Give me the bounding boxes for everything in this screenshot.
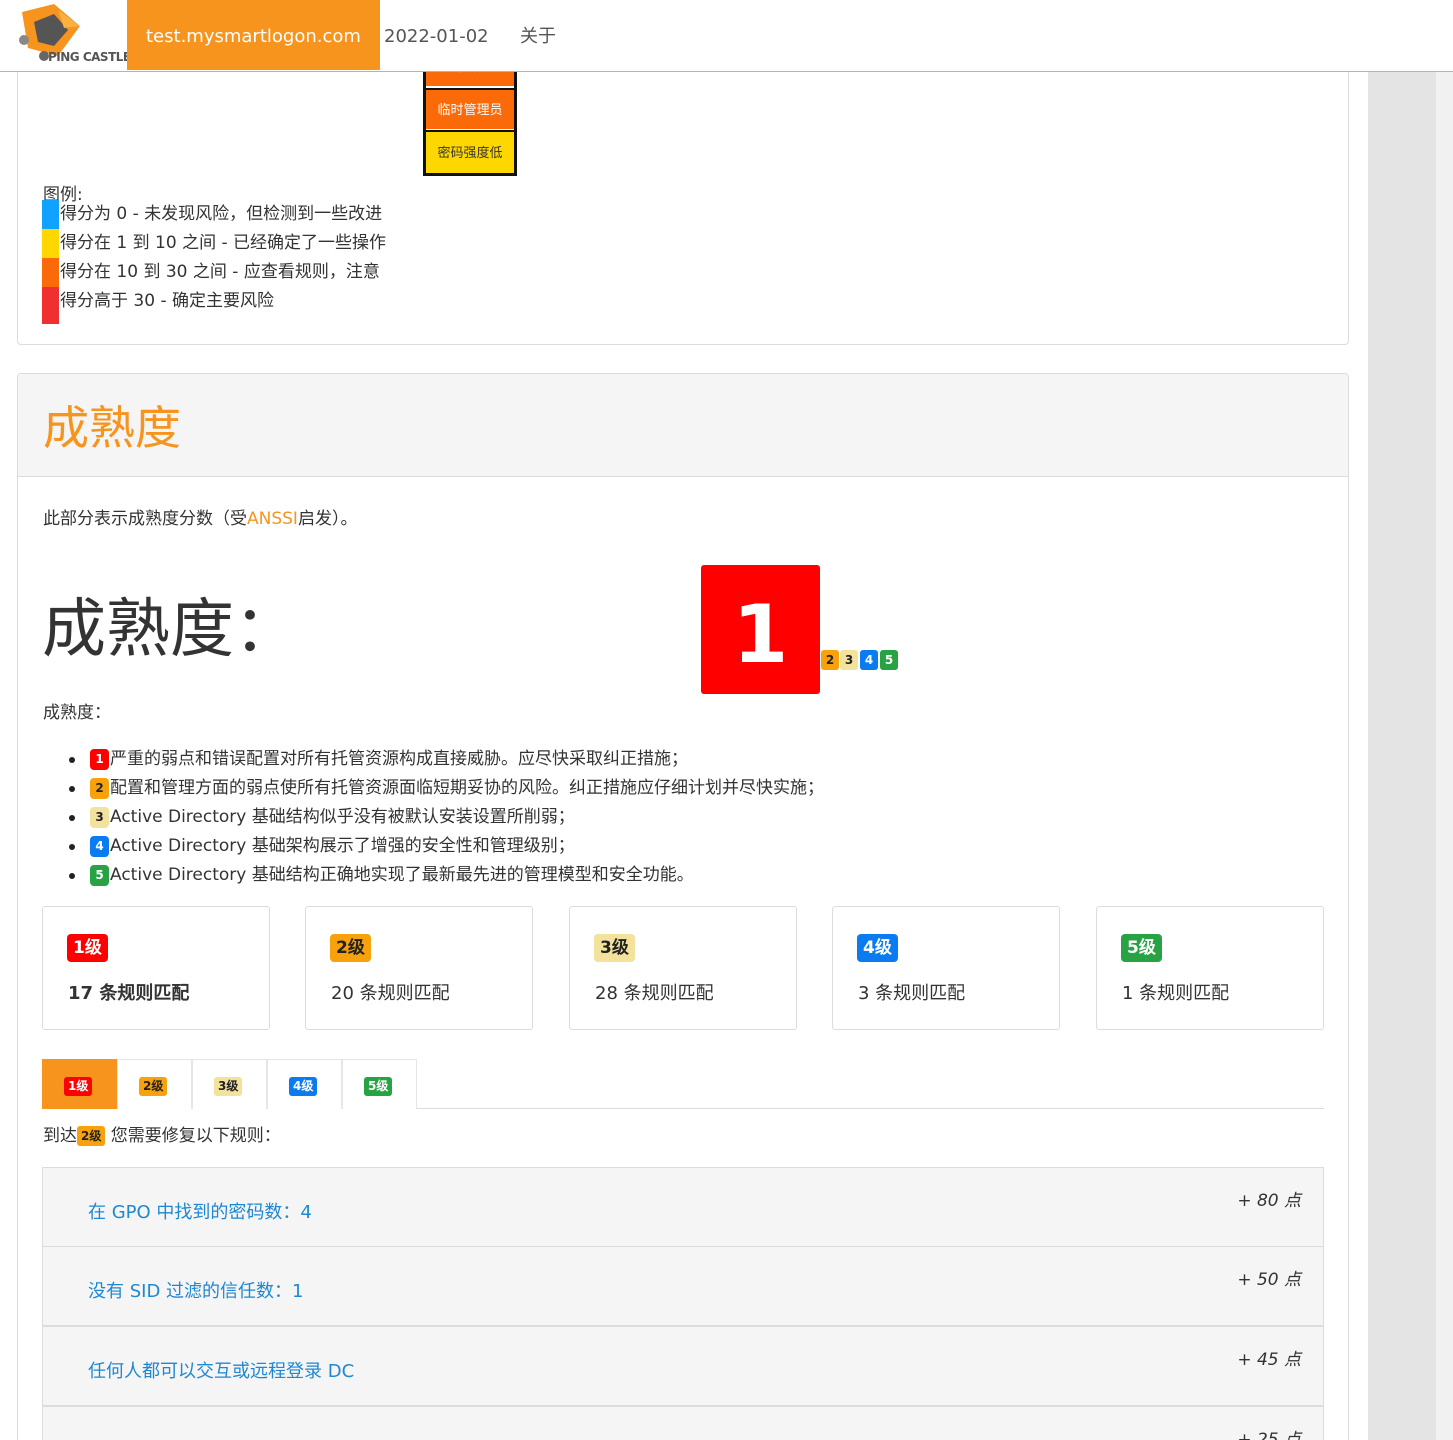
tab-level-3[interactable]: 3级: [192, 1059, 267, 1109]
level-badge: 5: [90, 864, 109, 886]
rule-count: 28 条规则匹配: [595, 983, 714, 1004]
level-badge: 1: [90, 748, 109, 770]
legend-text: 得分在 10 到 30 之间 - 应查看规则，注意: [60, 262, 380, 282]
list-item: 4 Active Directory 基础架构展示了增强的安全性和管理级别；: [66, 832, 824, 861]
rule-title-link[interactable]: 在 GPO 中找到的密码数：4: [88, 1198, 312, 1224]
list-item: 5 Active Directory 基础结构正确地实现了最新最先进的管理模型和安…: [66, 861, 824, 890]
rule-item[interactable]: 在 GPO 中找到的密码数：4 + 80 点: [42, 1167, 1324, 1247]
level-badge: 5级: [1121, 934, 1162, 962]
matrix-cell[interactable]: 临时管理员: [426, 88, 514, 129]
tab-level-1[interactable]: 1级: [42, 1059, 117, 1109]
legend-text: 得分在 1 到 10 之间 - 已经确定了一些操作: [60, 233, 387, 253]
level-badge: 2级: [77, 1126, 106, 1146]
rule-item[interactable]: 没有 SID 过滤的信任数：1 + 50 点: [42, 1246, 1324, 1326]
level-badge: 1级: [67, 934, 108, 962]
list-item: 2 配置和管理方面的弱点使所有托管资源面临短期妥协的风险。纠正措施应仔细计划并尽快…: [66, 774, 824, 803]
level-badge: 2级: [330, 934, 371, 962]
level-badge: 2: [90, 777, 109, 799]
level-badge: 4: [90, 835, 109, 857]
reach-level-text: 到达 2级 您需要修复以下规则：: [43, 1121, 281, 1146]
legend-swatch: [42, 229, 59, 258]
maturity-label: 成熟度：: [43, 703, 111, 723]
logo-text: PING CASTLE: [48, 50, 131, 64]
rule-item[interactable]: + 25 点: [42, 1406, 1324, 1440]
rule-points: + 50 点: [1237, 1270, 1301, 1290]
rule-count: 20 条规则匹配: [331, 983, 450, 1004]
level-card-4: 4级 3 条规则匹配: [832, 906, 1060, 1030]
rule-item[interactable]: 任何人都可以交互或远程登录 DC + 45 点: [42, 1326, 1324, 1406]
level-badge: 4级: [857, 934, 898, 962]
description-text: Active Directory 基础结构似乎没有被默认安装设置所削弱；: [110, 807, 575, 827]
mini-level-badge: 2: [821, 650, 839, 670]
description-text: Active Directory 基础架构展示了增强的安全性和管理级别；: [110, 836, 575, 856]
level-badge: 3: [90, 806, 109, 828]
maturity-description-list: 1 严重的弱点和错误配置对所有托管资源构成直接威胁。应尽快采取纠正措施； 2 配置和…: [66, 745, 824, 890]
maturity-panel-header: 成熟度: [18, 374, 1348, 477]
intro-text: 启发）。: [297, 509, 358, 529]
legend-swatch: [42, 287, 59, 324]
level-tabs: 1级 2级 3级 4级 5级: [42, 1059, 1324, 1109]
description-text: 严重的弱点和错误配置对所有托管资源构成直接威胁。应尽快采取纠正措施；: [110, 749, 688, 769]
legend-text: 得分为 0 - 未发现风险，但检测到一些改进: [60, 204, 383, 224]
description-text: Active Directory 基础结构正确地实现了最新最先进的管理模型和安全…: [110, 865, 694, 885]
tab-level-2[interactable]: 2级: [117, 1059, 192, 1109]
tab-badge: 3级: [214, 1077, 243, 1096]
scrollbar[interactable]: [1436, 72, 1453, 1440]
intro-text: 此部分表示成熟度分数（受: [43, 509, 247, 529]
reach-suffix: 您需要修复以下规则：: [105, 1126, 281, 1146]
mini-level-badge: 4: [860, 650, 878, 670]
level-card-1: 1级 17 条规则匹配: [42, 906, 270, 1030]
legend-swatch: [42, 258, 59, 287]
rule-points: + 80 点: [1237, 1191, 1301, 1211]
level-card-2: 2级 20 条规则匹配: [305, 906, 533, 1030]
rule-count: 3 条规则匹配: [858, 983, 966, 1004]
mini-level-badge: 3: [840, 650, 858, 670]
legend-text: 得分高于 30 - 确定主要风险: [60, 291, 274, 311]
tab-level-4[interactable]: 4级: [267, 1059, 342, 1109]
tab-badge: 2级: [139, 1077, 168, 1096]
list-item: 3 Active Directory 基础结构似乎没有被默认安装设置所削弱；: [66, 803, 824, 832]
tab-badge: 1级: [64, 1077, 93, 1096]
nav-date[interactable]: 2022-01-02: [365, 0, 508, 70]
rule-title-link[interactable]: 没有 SID 过滤的信任数：1: [88, 1277, 304, 1303]
matrix-cell[interactable]: 密码强度低: [426, 130, 514, 173]
tab-badge: 5级: [364, 1077, 393, 1096]
level-card-5: 5级 1 条规则匹配: [1096, 906, 1324, 1030]
tab-level-5[interactable]: 5级: [342, 1059, 417, 1109]
rule-points: + 45 点: [1237, 1350, 1301, 1370]
mini-level-badge: 5: [880, 650, 898, 670]
nav-domain[interactable]: test.mysmartlogon.com: [127, 0, 380, 70]
reach-prefix: 到达: [43, 1126, 77, 1146]
level-card-3: 3级 28 条规则匹配: [569, 906, 797, 1030]
list-item: 1 严重的弱点和错误配置对所有托管资源构成直接威胁。应尽快采取纠正措施；: [66, 745, 824, 774]
level-badge: 3级: [594, 934, 635, 962]
nav-about[interactable]: 关于: [501, 0, 575, 70]
rule-count: 17 条规则匹配: [68, 983, 190, 1004]
rule-count: 1 条规则匹配: [1122, 983, 1230, 1004]
maturity-score: 1: [701, 565, 820, 694]
rule-title-link[interactable]: 任何人都可以交互或远程登录 DC: [88, 1357, 354, 1383]
legend-swatch: [42, 200, 59, 229]
rule-points: + 25 点: [1237, 1430, 1301, 1440]
description-text: 配置和管理方面的弱点使所有托管资源面临短期妥协的风险。纠正措施应仔细计划并尽快实…: [110, 778, 824, 798]
tab-badge: 4级: [289, 1077, 318, 1096]
maturity-intro: 此部分表示成熟度分数（受ANSSI启发）。: [43, 504, 357, 529]
top-navbar: PING CASTLE test.mysmartlogon.com 2022-0…: [0, 0, 1453, 72]
maturity-heading: 成熟度：: [42, 593, 298, 667]
anssi-link[interactable]: ANSSI: [247, 509, 298, 529]
section-title: 成熟度: [43, 401, 181, 455]
